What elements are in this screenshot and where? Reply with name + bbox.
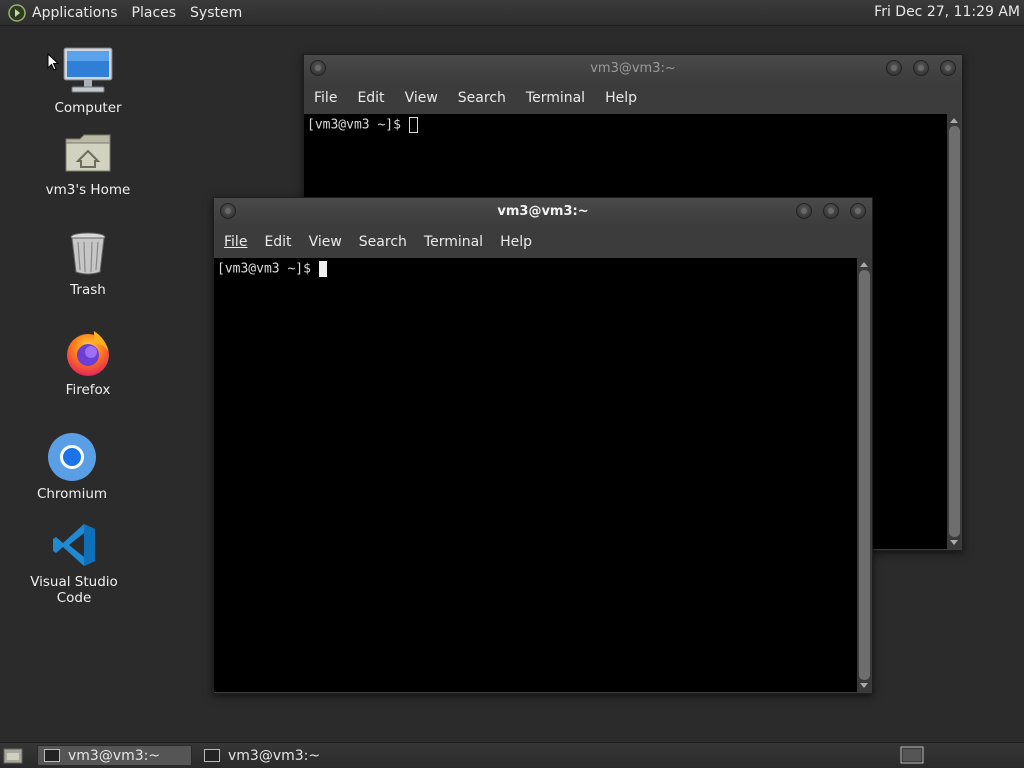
window-menu-button[interactable]: [220, 203, 236, 219]
window-menu-button[interactable]: [310, 60, 326, 76]
applications-menu[interactable]: Applications: [32, 5, 118, 21]
desktop-icon-label: Chromium: [36, 486, 108, 502]
desktop-icon-computer[interactable]: Computer: [28, 44, 148, 116]
taskbar-item[interactable]: vm3@vm3:~: [37, 745, 192, 766]
terminal-icon: [44, 749, 60, 762]
terminal-prompt: [vm3@vm3 ~]$: [217, 261, 319, 277]
desktop-icon-label: vm3's Home: [45, 182, 131, 198]
menu-edit[interactable]: Edit: [264, 234, 291, 250]
minimize-button[interactable]: [886, 60, 902, 76]
taskbar-item[interactable]: vm3@vm3:~: [198, 745, 353, 766]
desktop-icon-firefox[interactable]: Firefox: [28, 326, 148, 398]
system-menu[interactable]: System: [190, 5, 242, 21]
taskbar-item-label: vm3@vm3:~: [228, 747, 321, 764]
menu-file[interactable]: File: [314, 90, 337, 106]
chromium-icon: [48, 433, 96, 481]
menu-file[interactable]: File: [224, 234, 247, 250]
scroll-up-arrow[interactable]: [950, 118, 958, 123]
menu-edit[interactable]: Edit: [357, 90, 384, 106]
window-titlebar[interactable]: vm3@vm3:~: [304, 55, 962, 83]
desktop-icon-chromium[interactable]: Chromium: [12, 430, 132, 502]
terminal-scrollbar[interactable]: [947, 114, 962, 549]
desktop-icon-home[interactable]: vm3's Home: [28, 126, 148, 198]
desktop-icon-vscode[interactable]: Visual Studio Code: [14, 518, 134, 606]
desktop-icon-trash[interactable]: Trash: [28, 226, 148, 298]
vscode-icon: [53, 524, 95, 566]
minimize-button[interactable]: [796, 203, 812, 219]
terminal-cursor: [318, 261, 327, 277]
scroll-down-arrow[interactable]: [860, 683, 868, 688]
menu-help[interactable]: Help: [605, 90, 637, 106]
menu-terminal[interactable]: Terminal: [526, 90, 585, 106]
scroll-down-arrow[interactable]: [950, 540, 958, 545]
desktop-icon-label: Trash: [70, 282, 106, 298]
terminal-prompt: [vm3@vm3 ~]$: [307, 117, 409, 133]
window-titlebar[interactable]: vm3@vm3:~: [214, 198, 872, 226]
workspace-switcher-icon[interactable]: [900, 746, 924, 764]
desktop-icon-label: Firefox: [65, 382, 111, 398]
scrollbar-thumb[interactable]: [859, 270, 870, 680]
home-folder-icon: [65, 134, 111, 172]
menu-search[interactable]: Search: [359, 234, 407, 250]
places-menu[interactable]: Places: [132, 5, 177, 21]
distro-logo-icon[interactable]: [8, 3, 26, 22]
top-panel: Applications Places System Fri Dec 27, 1…: [0, 0, 1024, 26]
menu-search[interactable]: Search: [458, 90, 506, 106]
menu-view[interactable]: View: [309, 234, 342, 250]
desktop-icon-label: Visual Studio Code: [30, 574, 118, 606]
terminal-window-front[interactable]: vm3@vm3:~ File Edit View Search Terminal…: [213, 197, 873, 694]
window-menubar: File Edit View Search Terminal Help: [304, 83, 962, 113]
taskbar-item-label: vm3@vm3:~: [68, 747, 161, 764]
show-desktop-icon[interactable]: [3, 747, 23, 765]
menu-terminal[interactable]: Terminal: [424, 234, 483, 250]
computer-icon: [63, 47, 113, 93]
window-title: vm3@vm3:~: [590, 61, 676, 76]
close-button[interactable]: [850, 203, 866, 219]
maximize-button[interactable]: [913, 60, 929, 76]
clock[interactable]: Fri Dec 27, 11:29 AM: [874, 4, 1020, 20]
menu-view[interactable]: View: [405, 90, 438, 106]
bottom-panel: vm3@vm3:~ vm3@vm3:~: [0, 742, 1024, 768]
desktop-icon-label: Computer: [54, 100, 122, 116]
terminal-scrollbar[interactable]: [857, 258, 872, 692]
trash-icon: [70, 232, 106, 275]
terminal-cursor: [408, 117, 418, 133]
maximize-button[interactable]: [823, 203, 839, 219]
window-menubar: File Edit View Search Terminal Help: [214, 226, 872, 257]
scroll-up-arrow[interactable]: [860, 262, 868, 267]
terminal-icon: [204, 749, 220, 762]
terminal-area[interactable]: [vm3@vm3 ~]$: [214, 258, 857, 692]
close-button[interactable]: [940, 60, 956, 76]
firefox-icon: [67, 331, 109, 376]
scrollbar-thumb[interactable]: [949, 126, 960, 537]
window-title: vm3@vm3:~: [497, 204, 589, 219]
menu-help[interactable]: Help: [500, 234, 532, 250]
